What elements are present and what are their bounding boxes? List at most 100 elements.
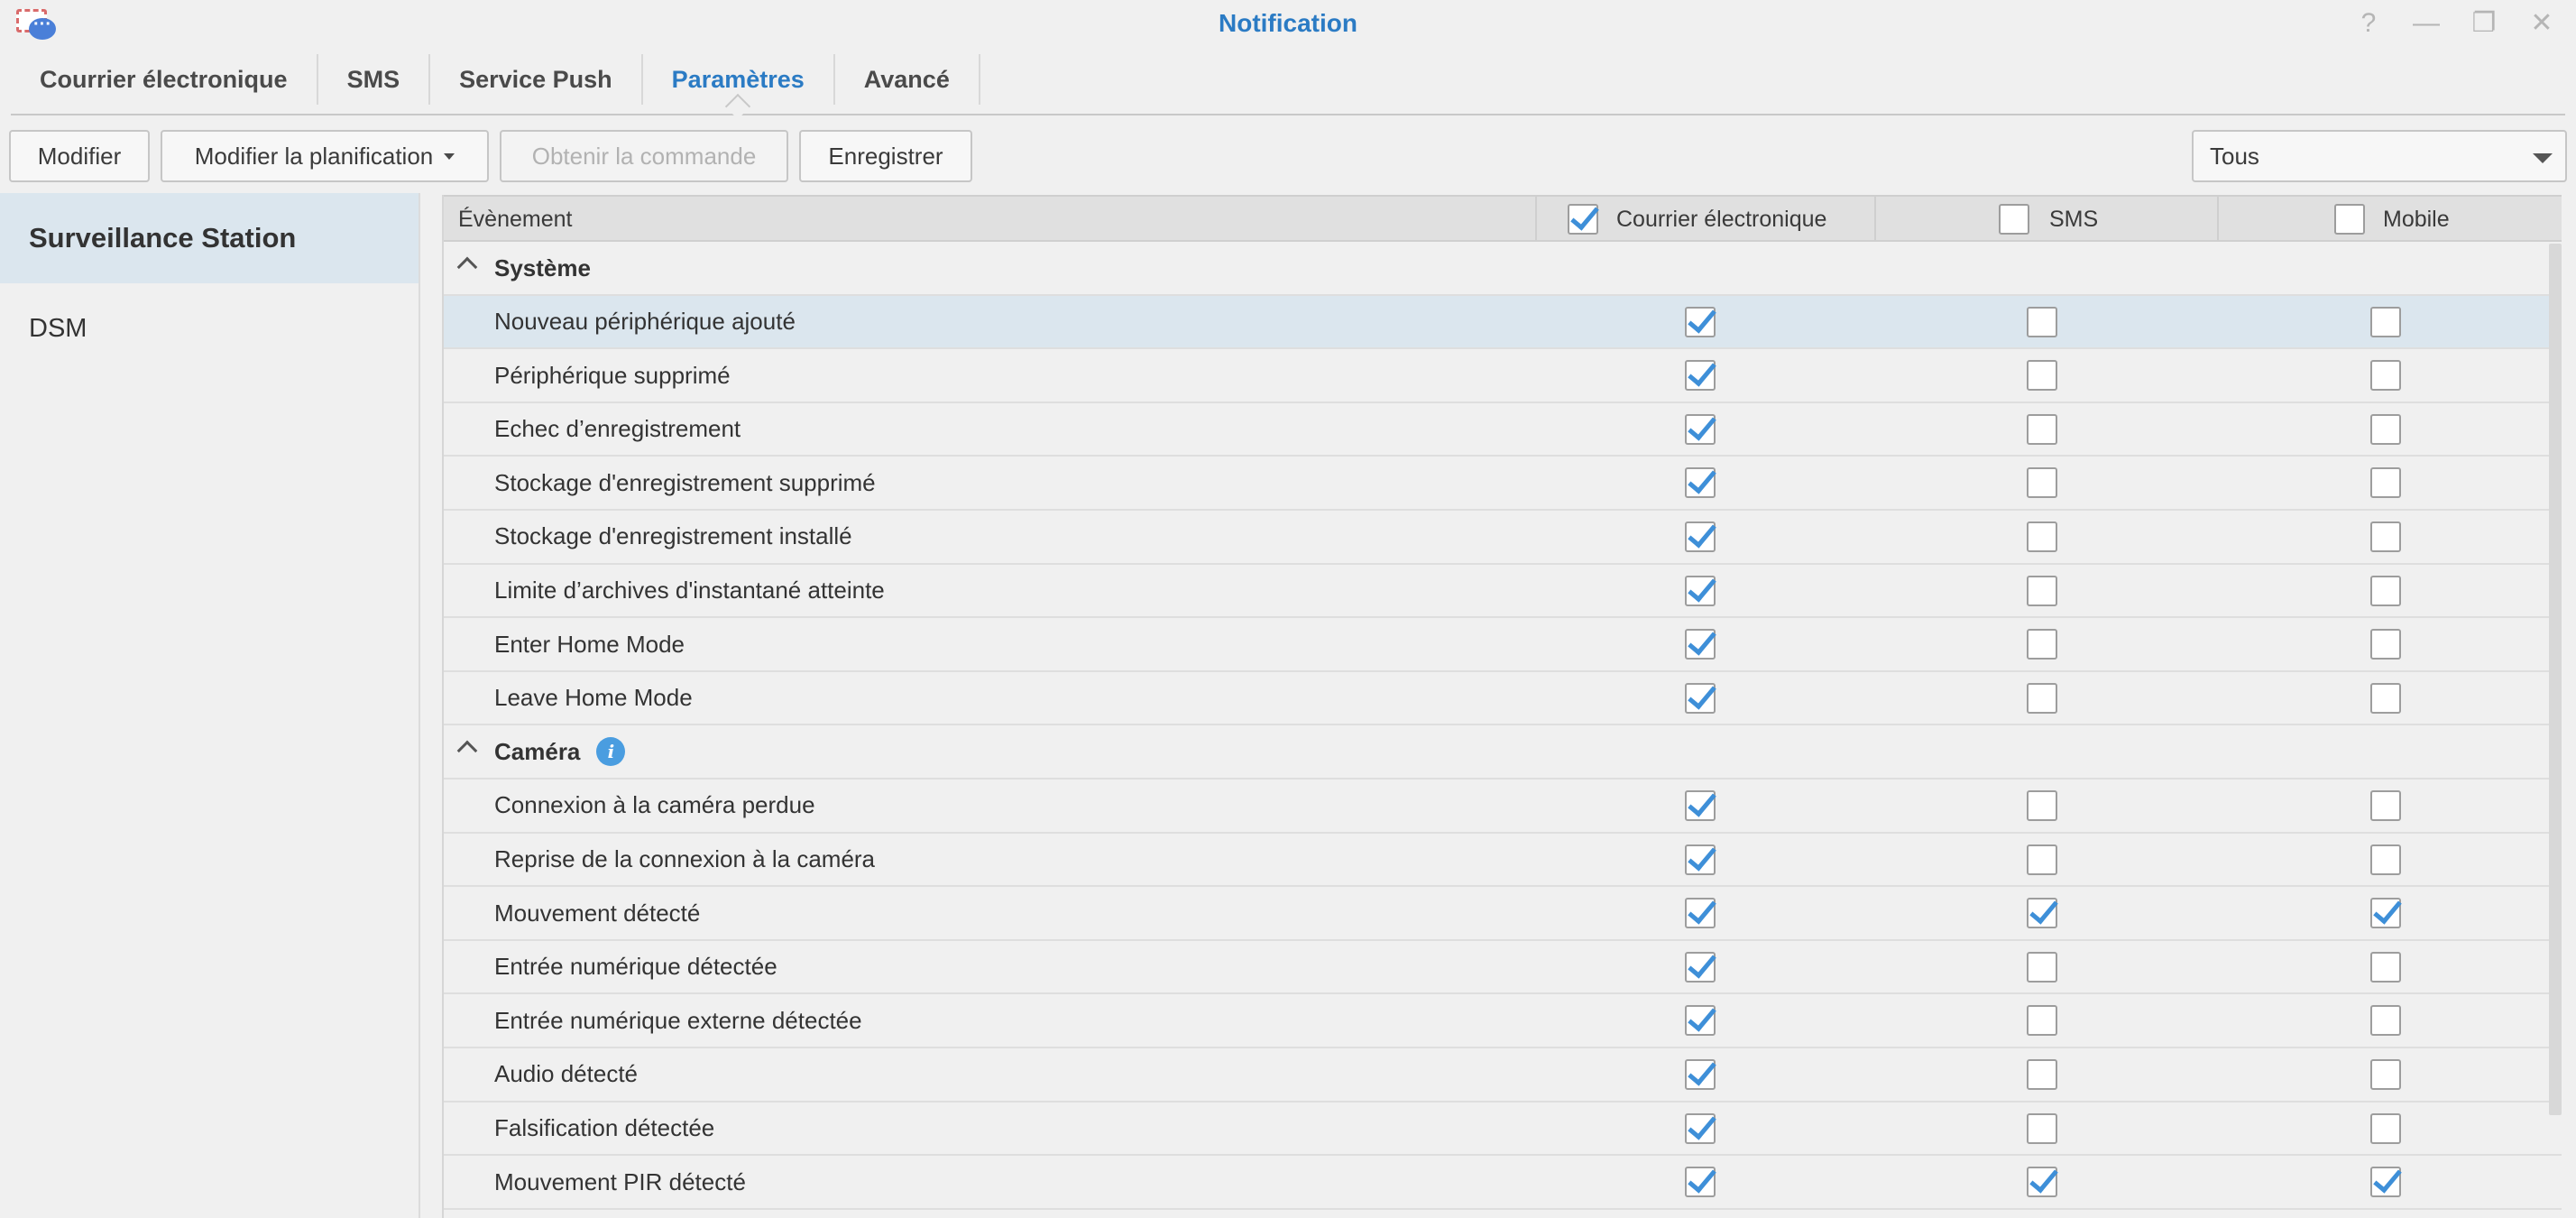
group-row[interactable]: Caméra i <box>444 725 2562 780</box>
edit-schedule-button[interactable]: Modifier la planification <box>161 130 489 182</box>
column-header-event[interactable]: Évènement <box>458 197 572 242</box>
tab-advanced[interactable]: Avancé <box>835 54 980 105</box>
event-row[interactable]: Leave Home Mode <box>444 672 2562 726</box>
sms-checkbox[interactable] <box>2027 951 2057 983</box>
mobile-checkbox[interactable] <box>2370 360 2401 392</box>
sms-checkbox[interactable] <box>2027 629 2057 660</box>
mobile-checkbox[interactable] <box>2370 1058 2401 1090</box>
help-icon[interactable]: ? <box>2352 7 2385 40</box>
restore-icon[interactable]: ❐ <box>2468 7 2500 40</box>
sms-checkbox[interactable] <box>2027 898 2057 929</box>
email-checkbox[interactable] <box>1685 575 1716 606</box>
event-label: Leave Home Mode <box>494 684 693 712</box>
event-row[interactable]: Audio détecté <box>444 1048 2562 1103</box>
sms-checkbox[interactable] <box>2027 575 2057 606</box>
sms-checkbox[interactable] <box>2027 1058 2057 1090</box>
filter-select-value: Tous <box>2210 142 2259 170</box>
sms-checkbox[interactable] <box>2027 306 2057 337</box>
mobile-checkbox[interactable] <box>2370 1005 2401 1037</box>
mobile-checkbox[interactable] <box>2370 789 2401 821</box>
event-row[interactable]: Echec d’enregistrement <box>444 403 2562 457</box>
column-header-email: Courrier électronique <box>1616 206 1827 232</box>
sidebar-item-dsm[interactable]: DSM <box>0 283 419 374</box>
event-row[interactable]: Entrée numérique externe détectée <box>444 994 2562 1048</box>
event-row[interactable]: Reprise de la connexion à la caméra <box>444 834 2562 888</box>
event-row[interactable]: Nouveau périphérique ajouté <box>444 295 2562 350</box>
sms-checkbox[interactable] <box>2027 789 2057 821</box>
event-row[interactable]: Connexion à la caméra perdue <box>444 780 2562 834</box>
tab-sms[interactable]: SMS <box>318 54 431 105</box>
email-checkbox[interactable] <box>1685 789 1716 821</box>
email-checkbox[interactable] <box>1685 1058 1716 1090</box>
sidebar: Surveillance Station DSM <box>0 193 420 1218</box>
mobile-checkbox[interactable] <box>2370 844 2401 875</box>
mobile-checkbox[interactable] <box>2370 629 2401 660</box>
email-checkbox[interactable] <box>1685 521 1716 552</box>
sms-checkbox[interactable] <box>2027 413 2057 445</box>
mobile-column-checkbox[interactable] <box>2334 204 2365 235</box>
sms-checkbox[interactable] <box>2027 360 2057 392</box>
chevron-up-icon[interactable] <box>456 256 478 278</box>
mobile-checkbox[interactable] <box>2370 521 2401 552</box>
email-checkbox[interactable] <box>1685 467 1716 499</box>
chevron-down-icon <box>444 152 455 160</box>
edit-button[interactable]: Modifier <box>9 130 150 182</box>
sms-checkbox[interactable] <box>2027 844 2057 875</box>
save-button[interactable]: Enregistrer <box>799 130 972 182</box>
event-row[interactable]: Limite d’archives d'instantané atteinte <box>444 565 2562 619</box>
email-checkbox[interactable] <box>1685 682 1716 714</box>
email-checkbox[interactable] <box>1685 360 1716 392</box>
sms-checkbox[interactable] <box>2027 1005 2057 1037</box>
email-checkbox[interactable] <box>1685 1167 1716 1198</box>
filter-select[interactable]: Tous <box>2192 130 2567 182</box>
tab-email[interactable]: Courrier électronique <box>11 54 318 105</box>
sidebar-item-surveillance-station[interactable]: Surveillance Station <box>0 193 419 283</box>
mobile-checkbox[interactable] <box>2370 413 2401 445</box>
mobile-checkbox[interactable] <box>2370 682 2401 714</box>
sms-checkbox[interactable] <box>2027 1167 2057 1198</box>
email-checkbox[interactable] <box>1685 1112 1716 1144</box>
sms-checkbox[interactable] <box>2027 682 2057 714</box>
event-label: Limite d’archives d'instantané atteinte <box>494 577 885 604</box>
event-row[interactable]: Falsification détectée <box>444 1103 2562 1157</box>
mobile-checkbox[interactable] <box>2370 1167 2401 1198</box>
email-checkbox[interactable] <box>1685 413 1716 445</box>
window-title: Notification <box>1219 9 1357 37</box>
event-row[interactable]: Mouvement PIR détecté <box>444 1156 2562 1210</box>
tab-push-service[interactable]: Service Push <box>430 54 643 105</box>
email-column-checkbox[interactable] <box>1568 204 1598 235</box>
mobile-checkbox[interactable] <box>2370 1112 2401 1144</box>
email-checkbox[interactable] <box>1685 1005 1716 1037</box>
mobile-checkbox[interactable] <box>2370 467 2401 499</box>
info-icon[interactable]: i <box>596 737 626 767</box>
sms-checkbox[interactable] <box>2027 1112 2057 1144</box>
tab-bar: Courrier électronique SMS Service Push P… <box>11 51 2565 115</box>
mobile-checkbox[interactable] <box>2370 898 2401 929</box>
email-checkbox[interactable] <box>1685 629 1716 660</box>
email-checkbox[interactable] <box>1685 306 1716 337</box>
email-checkbox[interactable] <box>1685 951 1716 983</box>
close-icon[interactable]: ✕ <box>2525 7 2558 40</box>
email-checkbox[interactable] <box>1685 898 1716 929</box>
event-label: Reprise de la connexion à la caméra <box>494 845 876 873</box>
event-row[interactable]: Mouvement détecté <box>444 887 2562 941</box>
mobile-checkbox[interactable] <box>2370 306 2401 337</box>
chevron-up-icon[interactable] <box>456 741 478 761</box>
event-row[interactable] <box>444 1210 2562 1218</box>
group-row[interactable]: Système <box>444 242 2562 296</box>
sms-checkbox[interactable] <box>2027 467 2057 499</box>
minimize-icon[interactable]: — <box>2410 7 2443 40</box>
mobile-checkbox[interactable] <box>2370 951 2401 983</box>
event-row[interactable]: Enter Home Mode <box>444 618 2562 672</box>
event-row[interactable]: Stockage d'enregistrement installé <box>444 511 2562 565</box>
tab-settings[interactable]: Paramètres <box>643 54 835 105</box>
sms-checkbox[interactable] <box>2027 521 2057 552</box>
email-checkbox[interactable] <box>1685 844 1716 875</box>
event-row[interactable]: Périphérique supprimé <box>444 349 2562 403</box>
event-row[interactable]: Entrée numérique détectée <box>444 941 2562 995</box>
sms-column-checkbox[interactable] <box>1999 204 2029 235</box>
vertical-scrollbar[interactable] <box>2549 244 2562 1115</box>
mobile-checkbox[interactable] <box>2370 575 2401 606</box>
event-row[interactable]: Stockage d'enregistrement supprimé <box>444 457 2562 511</box>
get-command-button[interactable]: Obtenir la commande <box>500 130 788 182</box>
